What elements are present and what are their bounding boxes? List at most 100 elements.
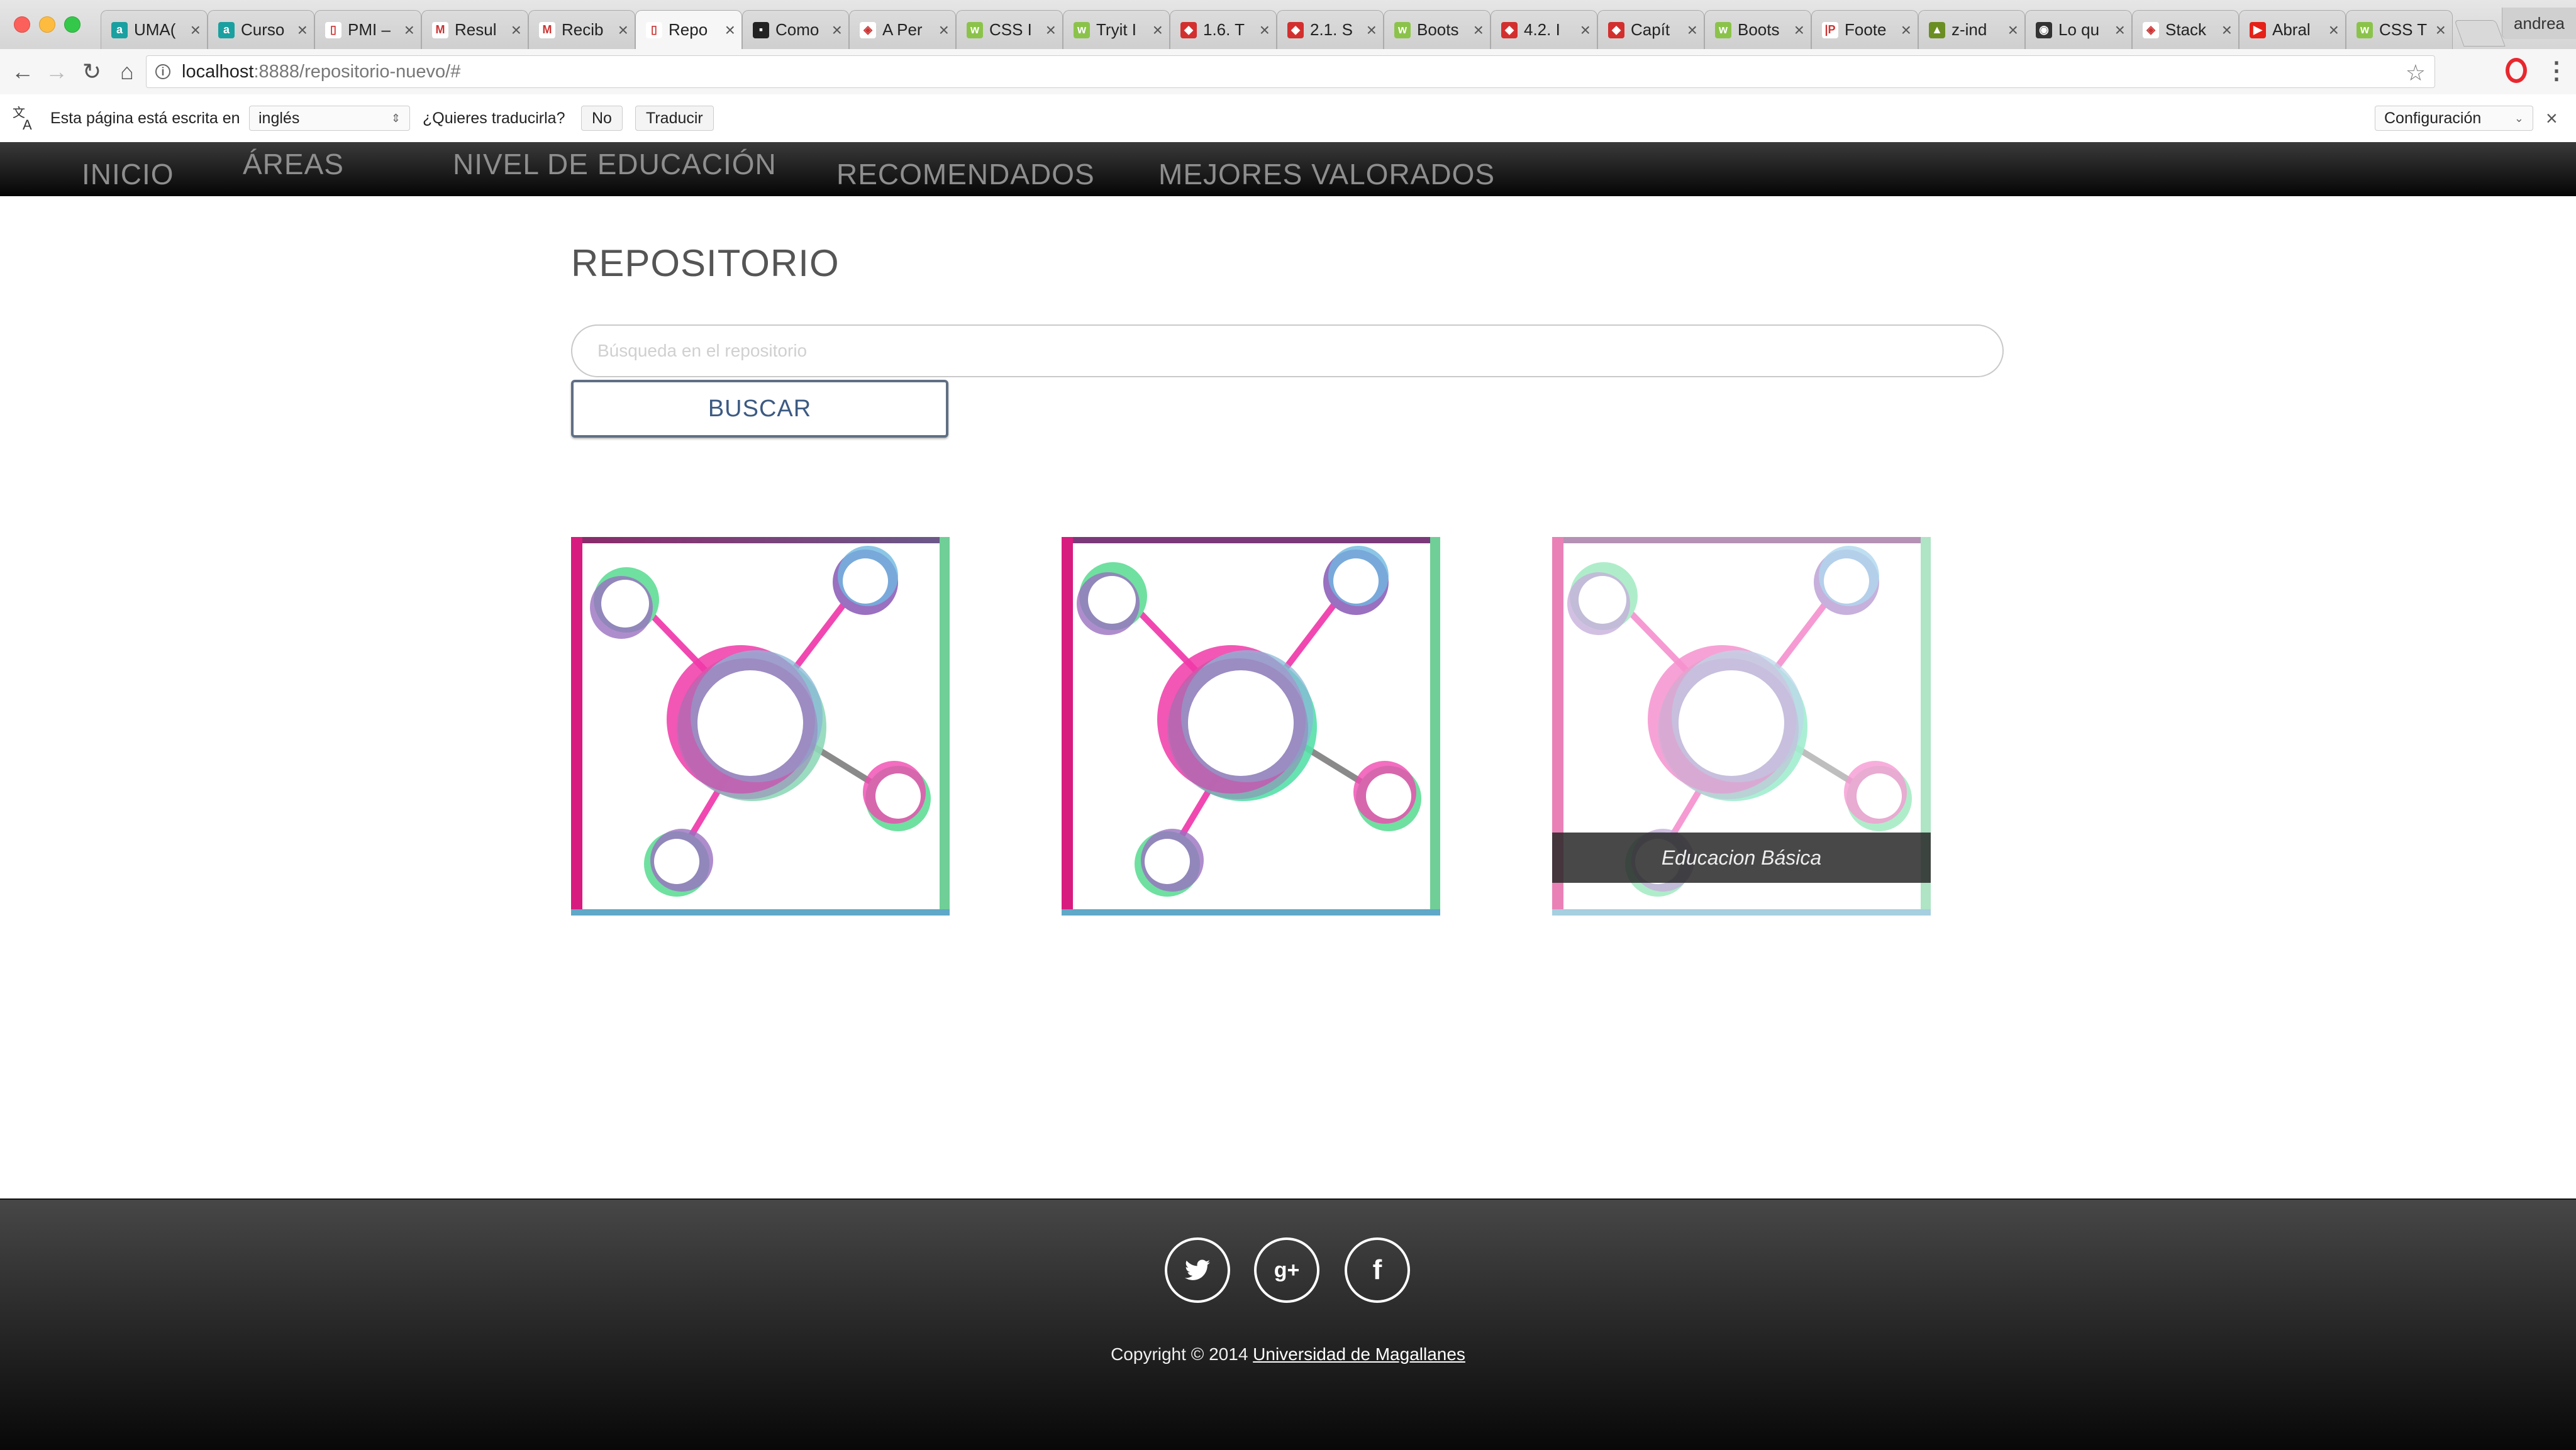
tab-close-icon[interactable]: × (404, 20, 414, 40)
browser-tab[interactable]: a Curso × (208, 10, 314, 49)
resource-card[interactable] (1062, 537, 1440, 916)
url-text[interactable]: localhost:8888/repositorio-nuevo/# (182, 62, 460, 82)
address-bar[interactable]: i localhost:8888/repositorio-nuevo/# ☆ (146, 55, 2435, 88)
menu-icon[interactable]: ⋮ (2545, 57, 2568, 85)
favicon-icon: ◈ (2143, 21, 2159, 38)
tab-close-icon[interactable]: × (832, 20, 842, 40)
tab-close-icon[interactable]: × (1794, 20, 1804, 40)
tab-close-icon[interactable]: × (1153, 20, 1163, 40)
tab-close-icon[interactable]: × (2222, 20, 2232, 40)
browser-tab[interactable]: ▯ PMI – × (314, 10, 421, 49)
browser-tab[interactable]: w Tryit I × (1063, 10, 1170, 49)
tab-title: CSS I (989, 20, 1032, 39)
tab-close-icon[interactable]: × (297, 20, 308, 40)
tab-title: Curso (241, 20, 285, 39)
tab-close-icon[interactable]: × (191, 20, 201, 40)
tab-title: Lo qu (2058, 20, 2100, 39)
favicon-icon: ◆ (1501, 21, 1518, 38)
favicon-icon: ▲ (1929, 21, 1945, 38)
browser-tab[interactable]: ◆ Capít × (1597, 10, 1704, 49)
favicon-icon: ◈ (860, 21, 876, 38)
card-caption: Educacion Básica (1552, 833, 1931, 883)
tab-title: Recib (562, 20, 604, 39)
site-navbar: INICIO ÁREAS NIVEL DE EDUCACIÓN RECOMEND… (0, 142, 2576, 196)
favicon-icon: w (1074, 21, 1090, 38)
reload-icon[interactable]: ↻ (78, 58, 106, 86)
tab-close-icon[interactable]: × (2436, 20, 2446, 40)
search-button[interactable]: BUSCAR (571, 380, 948, 438)
tab-close-icon[interactable]: × (1260, 20, 1270, 40)
browser-tab[interactable]: w Boots × (1704, 10, 1811, 49)
back-icon[interactable]: ← (9, 58, 36, 86)
browser-tab[interactable]: ◆ 4.2. I × (1491, 10, 1597, 49)
tab-close-icon[interactable]: × (1901, 20, 1911, 40)
browser-tab[interactable]: ◈ A Per × (849, 10, 956, 49)
profile-button[interactable]: andrea (2502, 8, 2576, 39)
browser-tab[interactable]: a UMA(× (101, 10, 208, 49)
forward-icon[interactable]: → (43, 58, 70, 86)
facebook-icon[interactable]: f (1345, 1237, 1410, 1303)
info-icon[interactable]: i (155, 64, 170, 79)
tab-close-icon[interactable]: × (1580, 20, 1591, 40)
tab-close-icon[interactable]: × (1687, 20, 1697, 40)
tab-title: 1.6. T (1203, 20, 1245, 39)
tab-close-icon[interactable]: × (2008, 20, 2018, 40)
nav-item-inicio[interactable]: INICIO (82, 157, 174, 191)
tab-close-icon[interactable]: × (1474, 20, 1484, 40)
browser-tab[interactable]: M Recib × (528, 10, 635, 49)
favicon-icon: M (432, 21, 448, 38)
translate-bar: 文A Esta página está escrita en inglés ⇕ … (0, 94, 2576, 143)
language-value: inglés (258, 109, 300, 127)
tab-close-icon[interactable]: × (1367, 20, 1377, 40)
browser-tab[interactable]: ◉ Lo qu × (2025, 10, 2132, 49)
tab-close-icon[interactable]: × (511, 20, 521, 40)
translate-button[interactable]: Traducir (635, 106, 714, 131)
tab-title: A Per (882, 20, 923, 39)
browser-tab[interactable]: M Resul × (421, 10, 528, 49)
resource-card-hovered[interactable]: Educacion Básica (1552, 537, 1931, 916)
browser-tab[interactable]: ◆ 2.1. S × (1277, 10, 1384, 49)
search-input[interactable] (571, 324, 2004, 377)
browser-tab[interactable]: ◈ Stack × (2132, 10, 2239, 49)
google-plus-icon[interactable]: g+ (1254, 1237, 1319, 1303)
nav-item-nivel-educacion[interactable]: NIVEL DE EDUCACIÓN (453, 147, 777, 181)
favicon-icon: a (111, 21, 128, 38)
tab-title: z-ind (1951, 20, 1987, 39)
language-select[interactable]: inglés ⇕ (249, 106, 410, 131)
home-icon[interactable]: ⌂ (113, 58, 141, 86)
tab-close-icon[interactable]: × (725, 20, 735, 40)
tab-close-icon[interactable]: × (2115, 20, 2125, 40)
star-icon[interactable]: ☆ (2406, 60, 2426, 86)
browser-tab[interactable]: w Boots × (1384, 10, 1491, 49)
browser-tab[interactable]: ▪ Como × (742, 10, 849, 49)
browser-tab[interactable]: |P Foote × (1811, 10, 1918, 49)
no-translate-button[interactable]: No (581, 106, 623, 131)
tab-title: Capít (1631, 20, 1670, 39)
browser-tab[interactable]: ▶ Abral × (2239, 10, 2346, 49)
browser-tab[interactable]: ▯ Repo × (635, 10, 742, 49)
nav-item-areas[interactable]: ÁREAS (243, 147, 344, 181)
close-translate-icon[interactable]: × (2546, 94, 2558, 142)
tab-close-icon[interactable]: × (2329, 20, 2339, 40)
translate-settings-select[interactable]: Configuración ⌄ (2375, 106, 2533, 131)
browser-tab[interactable]: w CSS I × (956, 10, 1063, 49)
nav-item-mejores-valorados[interactable]: MEJORES VALORADOS (1158, 157, 1495, 191)
resource-card[interactable] (571, 537, 950, 916)
window-maximize-button[interactable] (64, 16, 80, 33)
twitter-icon[interactable] (1165, 1237, 1230, 1303)
nav-item-recomendados[interactable]: RECOMENDADOS (836, 157, 1095, 191)
window-close-button[interactable] (14, 16, 30, 33)
tab-close-icon[interactable]: × (939, 20, 949, 40)
university-link[interactable]: Universidad de Magallanes (1253, 1344, 1465, 1364)
browser-tab[interactable]: w CSS T × (2346, 10, 2453, 49)
opera-icon[interactable] (2506, 58, 2527, 83)
browser-tab[interactable]: ◆ 1.6. T × (1170, 10, 1277, 49)
window-minimize-button[interactable] (39, 16, 55, 33)
new-tab-button[interactable] (2454, 20, 2506, 47)
favicon-icon: ◉ (2036, 21, 2052, 38)
browser-tab[interactable]: ▲ z-ind × (1918, 10, 2025, 49)
tab-close-icon[interactable]: × (618, 20, 628, 40)
molecule-image (1062, 537, 1440, 916)
tab-close-icon[interactable]: × (1046, 20, 1056, 40)
chevron-down-icon: ⌄ (2514, 111, 2524, 125)
